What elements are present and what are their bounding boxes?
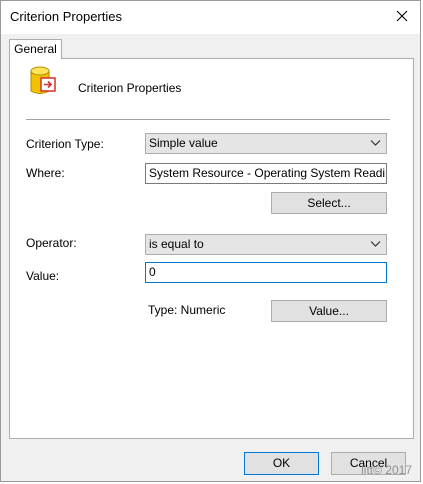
header-label: Criterion Properties — [78, 81, 182, 95]
criterion-properties-dialog: Criterion Properties General Criterion P… — [0, 0, 421, 482]
ok-button[interactable]: OK — [244, 452, 319, 475]
operator-value: is equal to — [149, 237, 204, 251]
header-divider — [26, 119, 390, 120]
title-bar: Criterion Properties — [1, 1, 420, 34]
database-arrow-icon — [30, 66, 56, 94]
value-button[interactable]: Value... — [271, 300, 387, 322]
value-label: Value: — [26, 269, 60, 283]
window-title: Criterion Properties — [10, 9, 122, 24]
operator-select[interactable]: is equal to — [145, 234, 387, 255]
criterion-type-value: Simple value — [149, 136, 218, 150]
value-field[interactable]: 0 — [145, 262, 387, 283]
cancel-button[interactable]: Cancel — [331, 452, 406, 475]
general-tab-panel: Criterion Properties Criterion Type: Sim… — [9, 58, 414, 439]
value-field-value: 0 — [149, 265, 156, 279]
chevron-down-icon — [370, 241, 381, 247]
criterion-type-select[interactable]: Simple value — [145, 133, 387, 154]
where-value: System Resource - Operating System Readi… — [149, 166, 387, 180]
close-button[interactable] — [390, 5, 414, 27]
select-button[interactable]: Select... — [271, 192, 387, 214]
type-text: Type: Numeric — [148, 303, 226, 317]
where-label: Where: — [26, 166, 65, 180]
criterion-type-label: Criterion Type: — [26, 137, 104, 151]
operator-label: Operator: — [26, 236, 77, 250]
close-icon — [396, 10, 408, 22]
chevron-down-icon — [370, 140, 381, 146]
where-field[interactable]: System Resource - Operating System Readi… — [145, 163, 387, 184]
tab-general[interactable]: General — [9, 39, 62, 59]
